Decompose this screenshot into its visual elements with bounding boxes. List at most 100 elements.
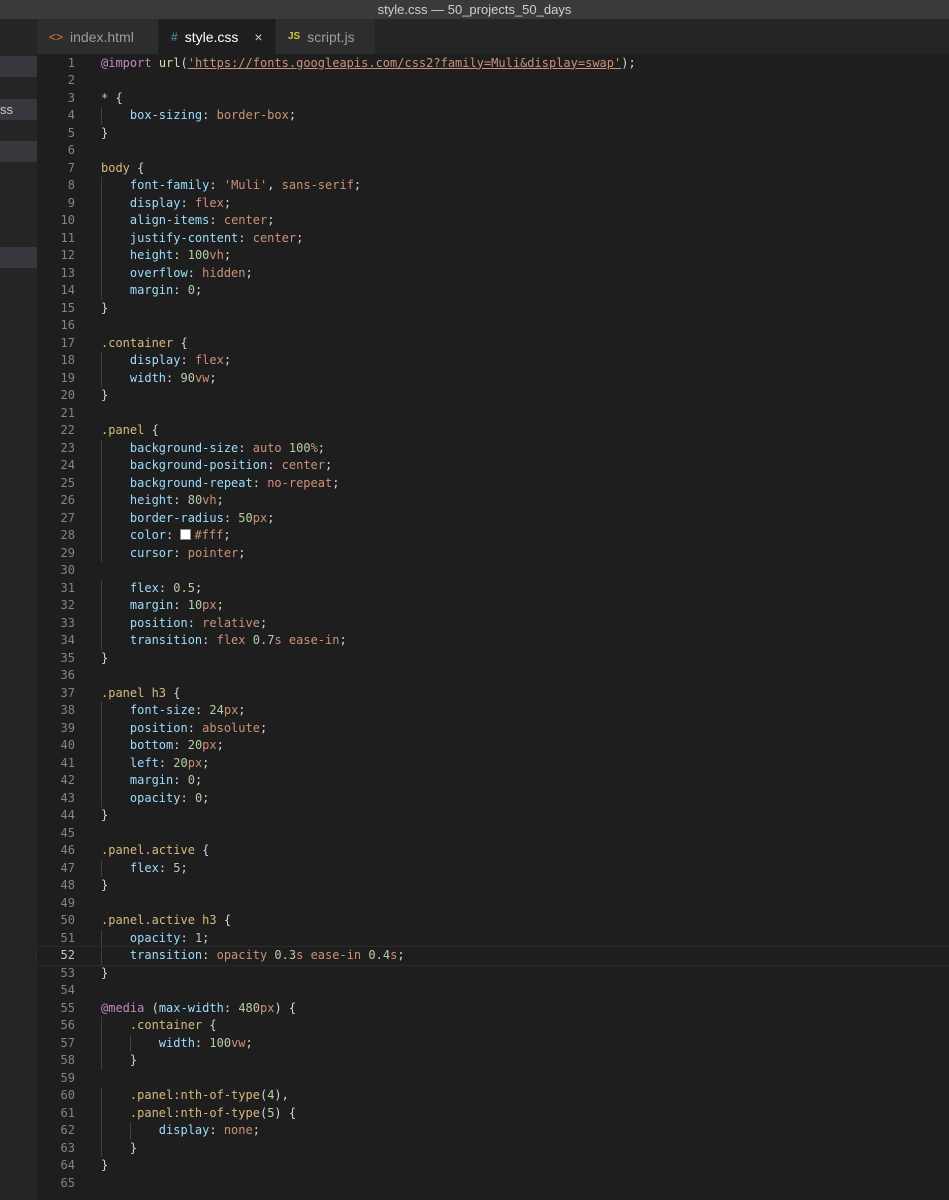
code-line[interactable]: 42 margin: 0;	[37, 772, 949, 790]
code-line[interactable]: 31 flex: 0.5;	[37, 579, 949, 597]
code-line[interactable]: 57 width: 100vw;	[37, 1034, 949, 1052]
code-line[interactable]: 32 margin: 10px;	[37, 597, 949, 615]
line-number: 31	[60, 580, 75, 595]
code-line[interactable]: 44}	[37, 807, 949, 825]
code-line[interactable]: 23 background-size: auto 100%;	[37, 439, 949, 457]
code-line[interactable]: 39 position: absolute;	[37, 719, 949, 737]
code-line[interactable]: 64}	[37, 1157, 949, 1175]
code-line[interactable]: 8 font-family: 'Muli', sans-serif;	[37, 177, 949, 195]
code-line[interactable]: 4 box-sizing: border-box;	[37, 107, 949, 125]
code-line[interactable]: 38 font-size: 24px;	[37, 702, 949, 720]
line-number: 26	[60, 493, 75, 507]
line-number: 62	[60, 1123, 75, 1137]
tab-script-js[interactable]: JS script.js	[276, 19, 376, 54]
code-text: font-size: 24px;	[129, 703, 246, 717]
code-line[interactable]: 58 }	[37, 1052, 949, 1070]
explorer-item-active[interactable]: ss	[0, 99, 37, 120]
code-text: flex: 5;	[129, 860, 188, 875]
code-line[interactable]: 34 transition: flex 0.7s ease-in;	[37, 632, 949, 650]
code-line[interactable]: 12 height: 100vh;	[37, 247, 949, 265]
line-number: 53	[60, 965, 75, 980]
explorer-item[interactable]	[0, 247, 37, 268]
code-line[interactable]: 60 .panel:nth-of-type(4),	[37, 1087, 949, 1105]
code-line[interactable]: 7 body {	[37, 160, 949, 178]
code-line[interactable]: 36	[37, 667, 949, 685]
tab-style-css[interactable]: # style.css ×	[159, 19, 276, 54]
line-number: 40	[60, 738, 75, 752]
code-line[interactable]: 54	[37, 982, 949, 1000]
code-line[interactable]: 5}	[37, 125, 949, 143]
code-line[interactable]: 51 opacity: 1;	[37, 929, 949, 947]
code-line[interactable]: 19 width: 90vw;	[37, 369, 949, 387]
code-line[interactable]: 65	[37, 1175, 949, 1193]
code-line[interactable]: 3 * {	[37, 90, 949, 108]
line-number: 36	[60, 668, 75, 682]
code-line[interactable]: 43 opacity: 0;	[37, 789, 949, 807]
code-line[interactable]: 35}	[37, 650, 949, 668]
line-number: 1	[67, 55, 75, 70]
line-number: 39	[60, 720, 75, 735]
code-line[interactable]: 45	[37, 825, 949, 843]
tab-index-html[interactable]: <> index.html	[37, 19, 159, 54]
color-swatch[interactable]	[180, 529, 192, 540]
line-number: 42	[60, 773, 75, 787]
code-text: display: flex;	[129, 353, 232, 367]
line-number: 43	[60, 790, 75, 805]
code-text: }	[101, 1053, 138, 1067]
code-line[interactable]: 20}	[37, 387, 949, 405]
line-number: 17	[60, 335, 75, 350]
code-line[interactable]: 47 flex: 5;	[37, 859, 949, 877]
code-line[interactable]: 9 display: flex;	[37, 194, 949, 212]
code-line[interactable]: 41 left: 20px;	[37, 754, 949, 772]
code-line[interactable]: 26 height: 80vh;	[37, 492, 949, 510]
code-editor[interactable]: 1 @import url('https://fonts.googleapis.c…	[36, 54, 949, 1200]
code-line[interactable]: 10 align-items: center;	[37, 212, 949, 230]
line-number: 11	[60, 230, 75, 245]
code-line[interactable]: 37 .panel h3 {	[37, 685, 949, 703]
code-line[interactable]: 62 display: none;	[37, 1122, 949, 1140]
code-line[interactable]: 24 background-position: center;	[37, 457, 949, 475]
code-line[interactable]: 56 .container {	[37, 1017, 949, 1035]
code-line[interactable]: 1 @import url('https://fonts.googleapis.c…	[37, 55, 949, 73]
code-line[interactable]: 14 margin: 0;	[37, 282, 949, 300]
code-line[interactable]: 63 }	[37, 1139, 949, 1157]
code-line[interactable]: 52 transition: opacity 0.3s ease-in 0.4s…	[36, 946, 949, 966]
code-line[interactable]: 55 @media (max-width: 480px) {	[37, 1000, 949, 1018]
code-text: width: 90vw;	[129, 370, 217, 385]
code-line[interactable]: 17 .container {	[37, 335, 949, 353]
css-file-icon: #	[171, 29, 178, 44]
code-line[interactable]: 25 background-repeat: no-repeat;	[37, 474, 949, 492]
explorer-item[interactable]	[0, 141, 37, 162]
code-line[interactable]: 18 display: flex;	[37, 352, 949, 370]
code-line[interactable]: 53}	[37, 965, 949, 983]
code-line[interactable]: 49	[37, 895, 949, 913]
code-line[interactable]: 16	[37, 317, 949, 335]
code-text: cursor: pointer;	[129, 545, 246, 560]
code-line[interactable]: 50 .panel.active h3 {	[37, 912, 949, 930]
code-line[interactable]: 28 color: #fff;	[37, 527, 949, 545]
code-text: }	[101, 1158, 109, 1172]
code-text: }	[101, 1140, 138, 1155]
code-line[interactable]: 13 overflow: hidden;	[37, 264, 949, 282]
code-line[interactable]: 2	[37, 72, 949, 90]
code-line[interactable]: 27 border-radius: 50px;	[37, 509, 949, 527]
line-number: 15	[60, 300, 75, 315]
code-line[interactable]: 46 .panel.active {	[37, 842, 949, 860]
code-line[interactable]: 21	[37, 405, 949, 423]
explorer-item[interactable]	[0, 56, 37, 77]
code-line[interactable]: 33 position: relative;	[37, 614, 949, 632]
code-line[interactable]: 29 cursor: pointer;	[37, 544, 949, 562]
line-number: 13	[60, 265, 75, 280]
code-line[interactable]: 61 .panel:nth-of-type(5) {	[37, 1104, 949, 1122]
code-line[interactable]: 59	[37, 1070, 949, 1088]
code-line[interactable]: 40 bottom: 20px;	[37, 737, 949, 755]
code-line[interactable]: 15}	[37, 300, 949, 318]
code-line[interactable]: 22 .panel {	[37, 422, 949, 440]
code-line[interactable]: 48}	[37, 877, 949, 895]
code-line[interactable]: 11 justify-content: center;	[37, 229, 949, 247]
line-number: 29	[60, 545, 75, 560]
code-line[interactable]: 6	[37, 142, 949, 160]
close-tab-icon[interactable]: ×	[254, 29, 262, 45]
line-number: 32	[60, 598, 75, 612]
code-line[interactable]: 30	[37, 562, 949, 580]
